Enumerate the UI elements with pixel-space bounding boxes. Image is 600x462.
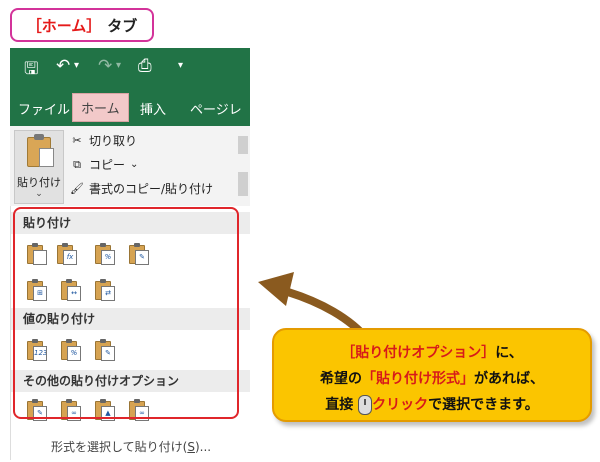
copy-label: コピー bbox=[89, 158, 126, 172]
undo-dropdown-icon[interactable]: ▾ bbox=[74, 60, 79, 71]
format-painter-button[interactable]: 🖌 書式のコピー/貼り付け bbox=[70, 180, 213, 197]
save-icon[interactable]: 🖫 bbox=[24, 56, 38, 85]
format-painter-label: 書式のコピー/貼り付け bbox=[89, 182, 214, 196]
paste-special-key: S bbox=[187, 440, 195, 454]
quick-access-toolbar: 🖫 ↶ ▾ ↷ ▾ ⎙ ▾ bbox=[10, 48, 250, 88]
callout-line-2-tail: があれば、 bbox=[474, 371, 544, 387]
cut-button[interactable]: ✂ 切り取り bbox=[70, 132, 137, 149]
customize-qat-icon[interactable]: ▾ bbox=[178, 60, 183, 71]
callout-paste-format-highlight: 「貼り付け形式」 bbox=[362, 371, 474, 387]
paste-special-link[interactable]: 形式を選択して貼り付け(S)... bbox=[51, 438, 211, 455]
clipboard-group: 貼り付け ⌄ ✂ 切り取り ⧉ コピー ⌄ 🖌 書式のコピー/貼り付け bbox=[10, 126, 250, 207]
redo-dropdown-icon[interactable]: ▾ bbox=[116, 60, 121, 71]
copy-dropdown-icon: ⌄ bbox=[130, 159, 139, 170]
scissors-icon: ✂ bbox=[72, 133, 82, 147]
paste-options-highlight-box bbox=[13, 207, 239, 419]
print-preview-icon[interactable]: ⎙ bbox=[138, 56, 152, 76]
tab-home[interactable]: ホーム bbox=[72, 93, 129, 122]
paste-special-tail: )... bbox=[194, 440, 212, 454]
tab-page-layout[interactable]: ページレ bbox=[190, 99, 242, 118]
paste-special-text: 形式を選択して貼り付け( bbox=[51, 440, 188, 454]
callout-line-1: ［貼り付けオプション］に、 bbox=[274, 342, 590, 362]
tab-file[interactable]: ファイル bbox=[18, 99, 70, 118]
cut-label: 切り取り bbox=[89, 134, 138, 148]
callout-line-2-prefix: 希望の bbox=[320, 371, 362, 387]
paste-button[interactable]: 貼り付け ⌄ bbox=[14, 130, 64, 204]
title-tag-bracket-text: ［ホーム］ bbox=[26, 16, 102, 35]
callout-line-3-tail: で選択できます。 bbox=[428, 397, 539, 413]
callout-line-1-tail: に、 bbox=[495, 345, 523, 361]
mouse-icon bbox=[358, 395, 373, 415]
title-tag-suffix: タブ bbox=[107, 16, 138, 35]
undo-icon[interactable]: ↶ bbox=[56, 56, 70, 76]
copy-button[interactable]: ⧉ コピー ⌄ bbox=[70, 156, 138, 173]
clipboard-icon bbox=[27, 134, 54, 167]
redo-icon[interactable]: ↷ bbox=[98, 56, 112, 76]
tab-insert[interactable]: 挿入 bbox=[140, 99, 166, 118]
paste-button-label: 貼り付け bbox=[17, 176, 61, 189]
explanation-callout: ［貼り付けオプション］に、 希望の「貼り付け形式」があれば、 直接 クリックで選… bbox=[272, 328, 592, 422]
copy-icon: ⧉ bbox=[73, 157, 81, 171]
callout-line-3: 直接 クリックで選択できます。 bbox=[274, 394, 590, 415]
callout-line-2: 希望の「貼り付け形式」があれば、 bbox=[274, 368, 590, 388]
paintbrush-icon: 🖌 bbox=[70, 181, 84, 195]
home-tab-title-tag: ［ホーム］ タブ bbox=[10, 8, 154, 42]
ribbon-tabs: ファイル ホーム 挿入 ページレ bbox=[10, 88, 250, 126]
callout-line-3-prefix: 直接 bbox=[325, 397, 354, 413]
callout-paste-options-highlight: ［貼り付けオプション］ bbox=[341, 345, 496, 361]
ribbon-edge bbox=[238, 126, 250, 206]
callout-click-highlight: クリック bbox=[372, 397, 429, 413]
chevron-down-icon: ⌄ bbox=[35, 189, 43, 199]
